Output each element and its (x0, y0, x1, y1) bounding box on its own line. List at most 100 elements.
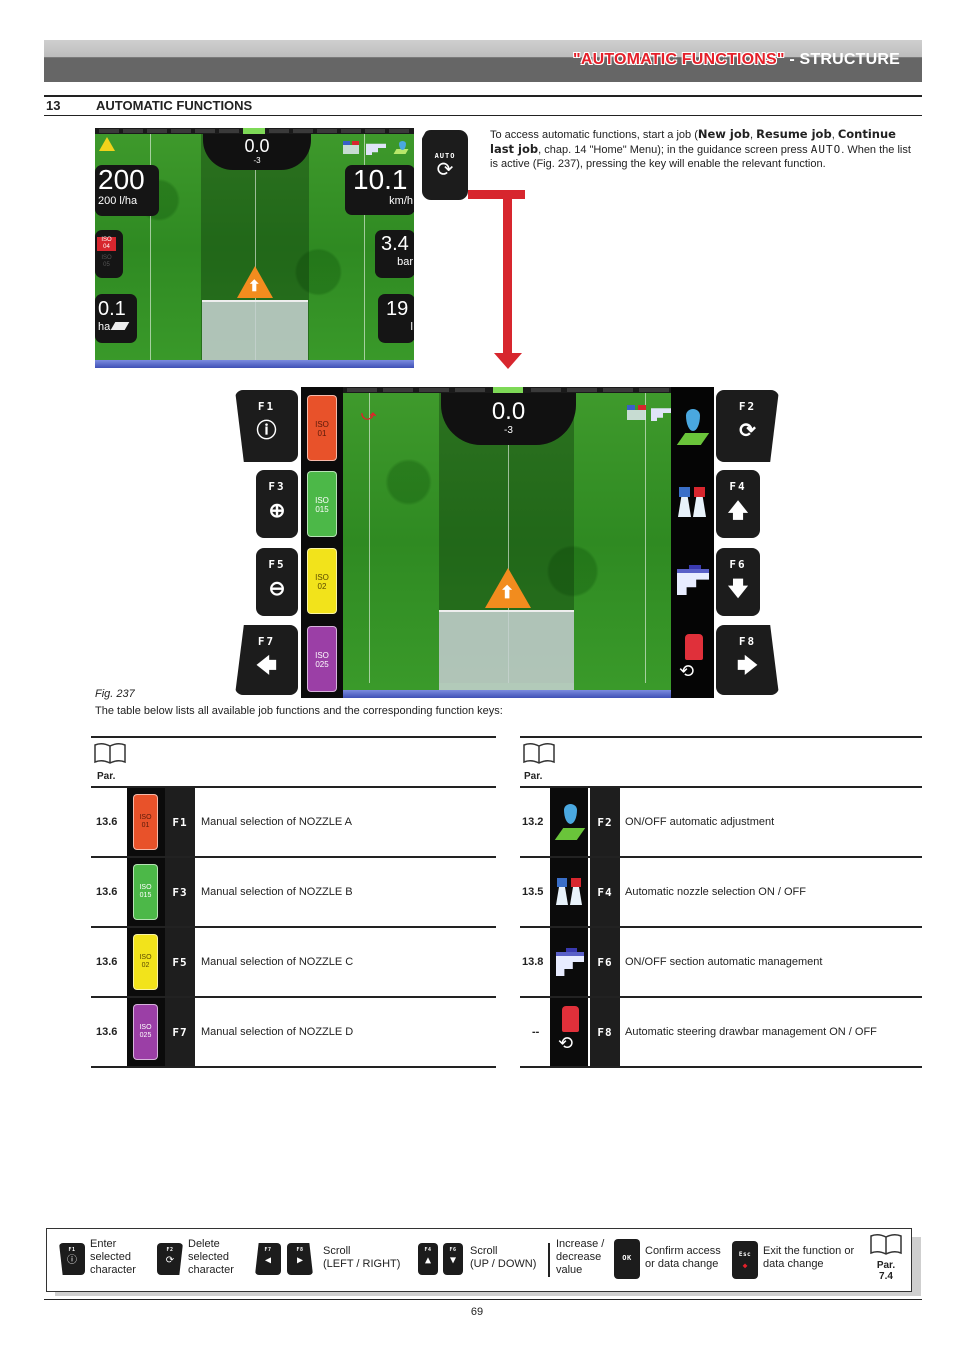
nozzle-a-button[interactable]: ISO 01 (307, 395, 337, 461)
f8-key-label: F8 (738, 635, 757, 648)
heading-offset: -3 (253, 156, 261, 165)
iso-active: ISO 04 (97, 237, 116, 251)
f8-key[interactable]: F8 🡆 (716, 625, 779, 695)
warning-icon (99, 137, 115, 151)
row-key: F5 (165, 928, 195, 996)
arrow-up-icon: 🡅 (727, 500, 749, 522)
auto-sections-button[interactable] (675, 550, 711, 610)
nozzle-d-iso-icon: ISO 025 (133, 1004, 158, 1060)
refresh-icon: ⟳ (436, 159, 454, 181)
row-description: Manual selection of NOZZLE B (201, 886, 353, 898)
drop-field-icon (391, 141, 409, 155)
nozzle-b-iso-icon: ISO 015 (133, 864, 158, 920)
nozzle-b-button[interactable]: ISO 015 (307, 471, 337, 537)
legend-text: Scroll (LEFT / RIGHT) (323, 1245, 401, 1270)
legend-f6-key: F6 ▼ (443, 1243, 463, 1275)
section-title: AUTOMATIC FUNCTIONS (96, 98, 253, 113)
area-value: 0.1 (98, 298, 126, 320)
nozzle-a-iso: ISO (315, 420, 329, 429)
auto-nozzle-button[interactable] (675, 473, 711, 533)
intro-auto-key: AUTO (810, 143, 842, 156)
nozzle-a-size: 01 (317, 429, 327, 438)
legend-key-label: Esc (738, 1251, 752, 1258)
legend-key-label: F8 (296, 1247, 304, 1253)
arrow-right-icon: 🡆 (737, 655, 758, 677)
legend-text: Confirm access or data change (645, 1245, 721, 1270)
row-par: 13.5 (522, 886, 544, 898)
status-bar (343, 690, 671, 698)
f6-key[interactable]: F6 🡇 (716, 548, 760, 616)
minus-circle-icon: ⊖ (268, 578, 286, 600)
nozzle-b-iso: ISO (315, 496, 329, 505)
rate-tile[interactable]: 200 200 l/ha (95, 165, 159, 216)
legend-f2-key: F2 ⟳ (157, 1243, 183, 1275)
f1-key[interactable]: F1 ⓘ (235, 390, 298, 462)
f2-key[interactable]: F2 ⟳ (716, 390, 779, 462)
drop-field-icon (554, 800, 586, 844)
guidance-center-indicator (493, 387, 523, 393)
volume-tile[interactable]: 19 l (378, 294, 414, 343)
speed-tile[interactable]: 10.1 km/h (345, 165, 414, 215)
legend-text: Delete selected character (188, 1238, 234, 1276)
drop-field-icon (676, 403, 710, 447)
area-icon (111, 322, 130, 330)
table-row: 13.8 F6 ON/OFF section automatic managem… (520, 926, 922, 996)
row-description: Manual selection of NOZZLE C (201, 956, 354, 968)
legend-key-label: F6 (449, 1247, 457, 1253)
table-top-rule (520, 736, 922, 738)
row-key: F2 (590, 788, 620, 856)
intro-new-job: New job (697, 127, 751, 141)
row-description: Manual selection of NOZZLE A (201, 816, 353, 828)
table-bottom-rule (520, 1066, 922, 1068)
nozzle-list: ISO 01 ISO 015 ISO 02 ISO 025 (301, 387, 343, 698)
table-intro: The table below lists all available job … (95, 705, 503, 717)
iso-tile[interactable]: ISO 04 ISO 05 (95, 230, 123, 278)
arrow-down-icon: ▼ (449, 1255, 457, 1266)
nozzle-c-button[interactable]: ISO 02 (307, 548, 337, 614)
arrow-up-icon: ▲ (424, 1255, 432, 1266)
table-row: 13.6 ISO 015 F3 Manual selection of NOZZ… (91, 856, 496, 926)
f4-key[interactable]: F4 🡅 (716, 470, 760, 538)
stop-icon: ◆ (742, 1261, 748, 1270)
pressure-value: 3.4 (381, 233, 409, 255)
f5-key[interactable]: F5 ⊖ (256, 548, 298, 616)
heading-value: 0.0 (244, 136, 270, 156)
iso-inactive: ISO 05 (101, 255, 112, 268)
volume-unit: l (410, 321, 413, 333)
legend-key-label: F7 (264, 1247, 272, 1253)
row-key: F3 (165, 858, 195, 926)
f3-key[interactable]: F3 ⊕ (256, 470, 298, 538)
row-key: F6 (590, 928, 620, 996)
refresh-icon: ⟳ (739, 420, 756, 442)
f7-key-label: F7 (257, 635, 276, 648)
f6-key-label: F6 (729, 558, 747, 571)
figure-caption: Fig. 237 (95, 688, 135, 700)
auto-adjust-button[interactable] (675, 395, 711, 455)
boom-sections-icon (651, 408, 671, 421)
nozzle-d-button[interactable]: ISO 025 (307, 626, 337, 692)
legend-key-label: OK (622, 1254, 632, 1262)
f2-key-label: F2 (738, 400, 757, 413)
steering-drawbar-icon: ⟲ (677, 632, 709, 682)
row-description: Automatic nozzle selection ON / OFF (625, 886, 806, 898)
legend-par: Par. 7.4 (873, 1260, 899, 1282)
area-tile[interactable]: 0.1 ha (95, 294, 137, 343)
pressure-tile[interactable]: 3.4 bar (375, 230, 414, 278)
row-icon-cell: ISO 02 (127, 928, 165, 996)
nozzle-d-iso: ISO (315, 651, 329, 660)
info-icon: ⓘ (67, 1255, 77, 1266)
table-row: 13.6 ISO 02 F5 Manual selection of NOZZL… (91, 926, 496, 996)
row-icon-cell: ISO 025 (127, 998, 165, 1066)
row-par: 13.6 (96, 1026, 118, 1038)
field-view: 0.0 -3 ⤻ ⬆ (343, 393, 671, 690)
heading-display: 0.0 -3 (441, 393, 576, 445)
par-column-header: Par. (524, 771, 543, 782)
header-title: "AUTOMATIC FUNCTIONS" - STRUCTURE (573, 51, 900, 69)
auto-key[interactable]: AUTO ⟳ (422, 130, 468, 200)
auto-steering-button[interactable]: ⟲ (675, 627, 711, 687)
legend-f4-key: F4 ▲ (418, 1243, 438, 1275)
f7-key[interactable]: F7 🡄 (235, 625, 298, 695)
nozzle-pair-icon (343, 141, 361, 155)
auto-functions-screen: 0.0 -3 ⤻ ⬆ ISO01 ISO015 ISO02 ISO025 (301, 387, 714, 698)
legend-text: Enter selected character (90, 1238, 136, 1276)
